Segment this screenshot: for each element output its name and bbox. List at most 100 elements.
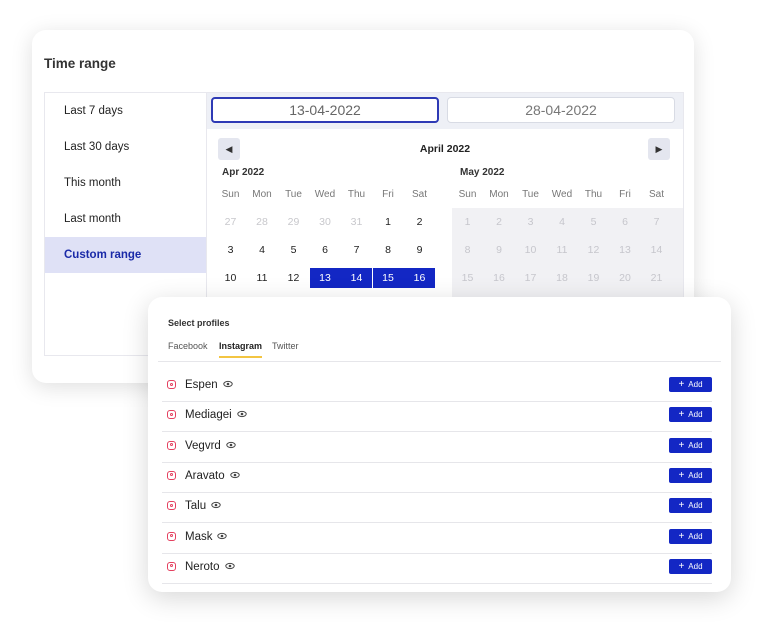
calendar-day[interactable]: 10 <box>515 240 546 260</box>
weekday-label: Mon <box>252 189 272 200</box>
calendar-day[interactable]: 29 <box>278 212 309 232</box>
profile-name: Mediagei <box>185 409 232 422</box>
plus-icon: + <box>678 469 685 481</box>
calendar-day[interactable]: 28 <box>247 212 278 232</box>
month-label-right: May 2022 <box>460 167 505 178</box>
calendar-day[interactable]: 8 <box>373 240 404 260</box>
preset-last-month[interactable]: Last month <box>45 201 206 237</box>
calendar-day[interactable]: 20 <box>610 268 641 288</box>
eye-icon[interactable] <box>211 500 221 510</box>
eye-icon[interactable] <box>229 470 240 480</box>
calendar-month-header: April 2022 <box>419 143 471 155</box>
preset-last-30-days[interactable]: Last 30 days <box>45 129 206 165</box>
calendar-day[interactable]: 1 <box>452 212 483 232</box>
add-profile-button[interactable]: + Add <box>669 498 712 514</box>
end-date-input[interactable] <box>447 97 675 123</box>
calendar-day[interactable]: 4 <box>547 212 578 232</box>
calendar-day[interactable]: 18 <box>547 268 578 288</box>
weekday-label: Mon <box>489 189 509 200</box>
eye-icon[interactable] <box>226 440 236 450</box>
instagram-icon <box>167 531 176 541</box>
profile-name: Talu <box>185 500 207 513</box>
calendar-day[interactable]: 13 <box>309 268 341 288</box>
add-label: Add <box>688 410 703 420</box>
calendar-day[interactable]: 1 <box>373 212 404 232</box>
add-profile-button[interactable]: + Add <box>669 407 712 423</box>
add-profile-button[interactable]: + Add <box>669 377 712 392</box>
weekday-label: Thu <box>584 189 603 200</box>
add-profile-button[interactable]: + Add <box>669 437 712 453</box>
calendar-day[interactable]: 16 <box>404 268 435 288</box>
calendar-day[interactable]: 27 <box>215 212 246 232</box>
instagram-icon <box>167 561 176 571</box>
calendar-day[interactable]: 6 <box>310 240 341 260</box>
calendar-day[interactable]: 17 <box>515 268 546 288</box>
calendar-day[interactable]: 4 <box>247 240 278 260</box>
add-label: Add <box>688 501 703 511</box>
calendar-day[interactable]: 15 <box>452 268 483 288</box>
calendar-day[interactable]: 5 <box>278 240 309 260</box>
plus-icon: + <box>678 560 685 572</box>
tab-divider <box>158 361 721 362</box>
weekday-label: Fri <box>619 189 631 200</box>
calendar-day[interactable]: 12 <box>578 240 609 260</box>
calendar-day[interactable]: 21 <box>641 268 672 288</box>
weekday-label: Wed <box>314 189 336 200</box>
eye-icon[interactable] <box>222 379 233 389</box>
calendar-day[interactable]: 14 <box>641 240 672 260</box>
calendar-day[interactable]: 7 <box>641 212 672 232</box>
profile-row: Talu + Add <box>162 492 712 524</box>
eye-icon[interactable] <box>236 409 247 419</box>
instagram-icon <box>167 470 176 480</box>
add-label: Add <box>688 561 703 571</box>
calendar-day[interactable]: 5 <box>578 212 609 232</box>
calendar-day[interactable]: 11 <box>247 268 278 288</box>
calendar-day[interactable]: 13 <box>610 240 641 260</box>
calendar-day[interactable]: 8 <box>452 240 483 260</box>
calendar-day[interactable]: 15 <box>372 268 404 288</box>
add-profile-button[interactable]: + Add <box>669 558 712 574</box>
calendar-day[interactable]: 30 <box>310 212 341 232</box>
calendar-day[interactable]: 11 <box>547 240 578 260</box>
tab-twitter[interactable]: Twitter <box>272 341 299 356</box>
weekday-label: Fri <box>382 189 394 200</box>
calendar-day[interactable]: 2 <box>404 212 435 232</box>
weekday-label: Tue <box>522 189 539 200</box>
time-range-title: Time range <box>44 56 116 71</box>
plus-icon: + <box>678 500 685 512</box>
weekday-label: Thu <box>347 189 366 200</box>
profile-name: Neroto <box>185 560 220 573</box>
weekday-label: Wed <box>551 189 573 200</box>
add-profile-button[interactable]: + Add <box>669 528 712 544</box>
weekday-label: Sat <box>648 189 664 200</box>
next-month-button[interactable]: ▶ <box>648 138 670 160</box>
eye-icon[interactable] <box>224 561 235 571</box>
preset-this-month[interactable]: This month <box>45 165 206 201</box>
tab-facebook[interactable]: Facebook <box>168 341 208 356</box>
profile-row: Aravato + Add <box>162 462 712 493</box>
calendar-day[interactable]: 3 <box>515 212 546 232</box>
calendar-day[interactable]: 14 <box>341 268 372 288</box>
calendar-day[interactable]: 3 <box>215 240 246 260</box>
weekday-label: Tue <box>285 189 302 200</box>
calendar-day[interactable]: 9 <box>404 240 435 260</box>
preset-custom-range[interactable]: Custom range <box>45 237 206 273</box>
calendar-day[interactable]: 9 <box>484 240 515 260</box>
add-profile-button[interactable]: + Add <box>669 467 712 483</box>
calendar-day[interactable]: 7 <box>341 240 372 260</box>
calendar-day[interactable]: 19 <box>578 268 609 288</box>
calendar-day[interactable]: 2 <box>484 212 515 232</box>
start-date-input[interactable] <box>211 97 439 123</box>
calendar-day[interactable]: 6 <box>610 212 641 232</box>
preset-last-7-days[interactable]: Last 7 days <box>45 93 206 129</box>
weekday-label: Sun <box>221 189 240 200</box>
profile-row: Neroto + Add <box>162 553 712 584</box>
calendar-day[interactable]: 10 <box>215 268 246 288</box>
prev-month-button[interactable]: ◀ <box>218 138 240 160</box>
calendar-day[interactable]: 31 <box>341 212 372 232</box>
calendar-day[interactable]: 12 <box>278 268 309 288</box>
tab-instagram[interactable]: Instagram <box>219 341 263 358</box>
profile-row: Mediagei + Add <box>162 401 712 433</box>
calendar-day[interactable]: 16 <box>484 268 515 288</box>
eye-icon[interactable] <box>217 531 228 541</box>
